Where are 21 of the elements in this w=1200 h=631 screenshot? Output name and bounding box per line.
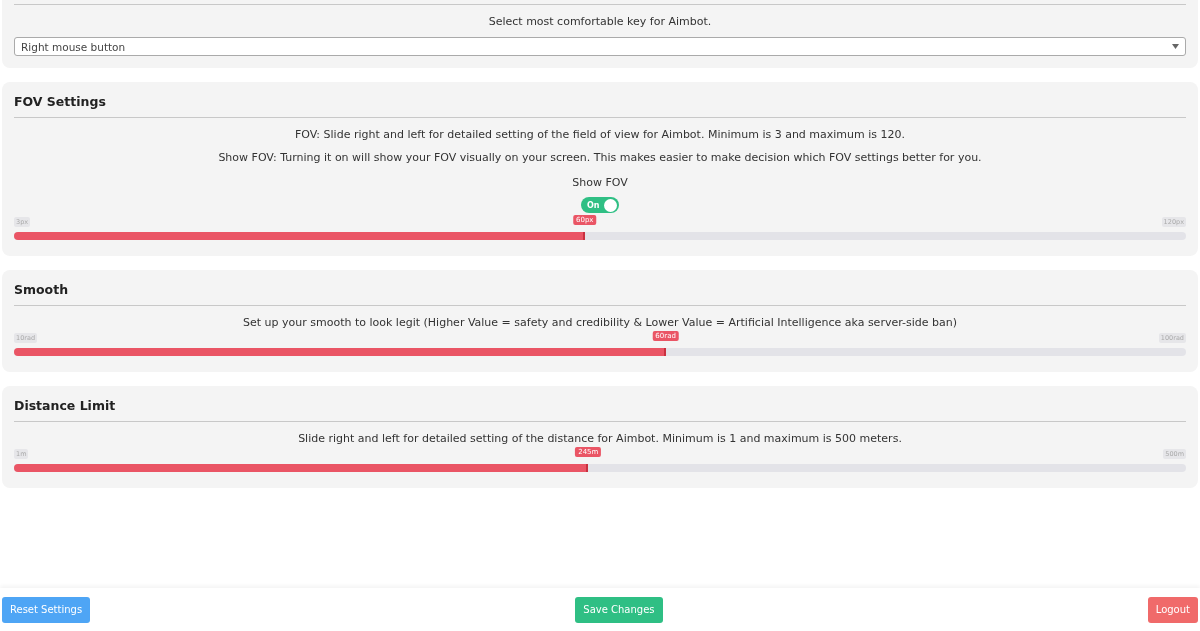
description-text: Select most comfortable key for Aimbot. [488, 15, 712, 28]
toggle-switch[interactable]: On [581, 197, 619, 213]
slider-fill[interactable] [14, 232, 585, 240]
slider-track[interactable] [14, 232, 1186, 240]
slider-track[interactable] [14, 348, 1186, 356]
slider-fill[interactable] [14, 348, 666, 356]
logout-button[interactable]: Logout [1147, 596, 1198, 623]
section-title: Distance Limit [14, 398, 117, 414]
reset-settings-button[interactable]: Reset Settings [2, 596, 91, 623]
description-text: FOV: Slide right and left for detailed setting of the field of view for Aimbot. Minimum is 3 and maximum is 120. [294, 128, 906, 141]
caret-icon [1172, 44, 1179, 49]
slider-fill[interactable] [14, 464, 589, 472]
section-title: Smooth [14, 282, 70, 298]
key-select[interactable]: Right mouse button [14, 37, 1186, 56]
description-text: Set up your smooth to look legit (Higher Value = safety and credibility & Lower Value = Artificial Intelligence aka server-side ban) [243, 316, 957, 329]
description-text: Slide right and left for detailed setting of the distance for Aimbot. Minimum is 1 and maximum is 500 meters. [298, 432, 902, 445]
description-text: Show FOV: Turning it on will show your FOV visually on your screen. This makes easier to make decision which FOV settings better for you. [218, 151, 982, 164]
slider-track[interactable] [14, 464, 1186, 472]
section-title: FOV Settings [14, 94, 107, 110]
save-changes-button[interactable]: Save Changes [575, 596, 663, 623]
toggle-label: Show FOV [572, 176, 628, 189]
